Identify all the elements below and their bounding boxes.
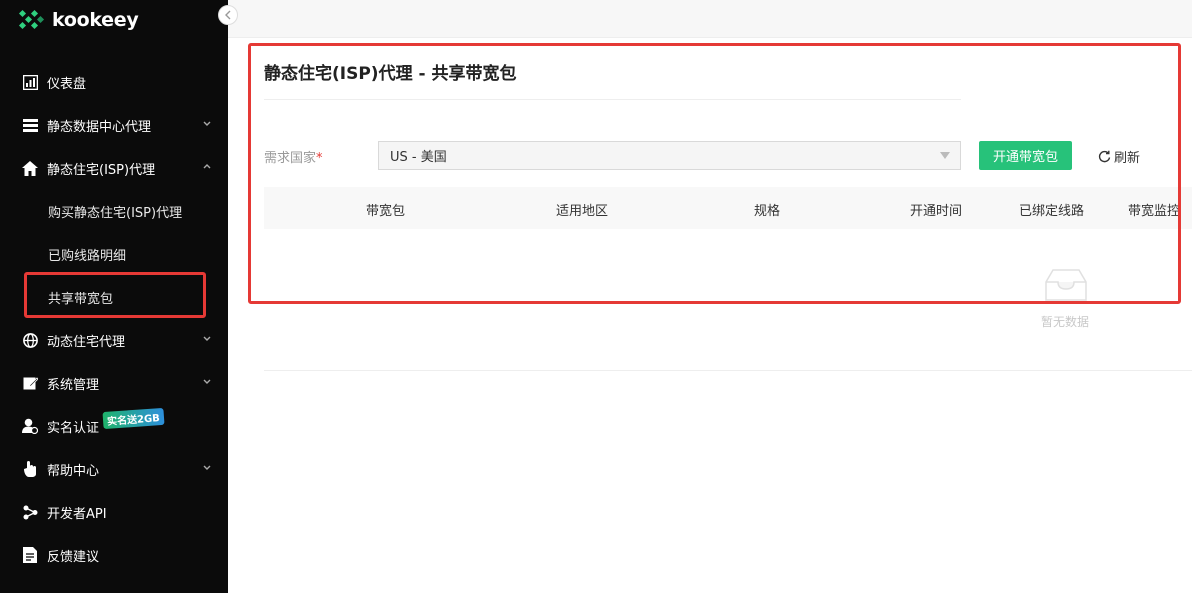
empty-state-text: 暂无数据 — [1041, 315, 1090, 329]
sidebar-item-developer-api[interactable]: 开发者API — [0, 492, 228, 532]
feedback-doc-icon — [22, 547, 38, 563]
brand-logo[interactable]: kookeey — [18, 8, 139, 32]
home-icon — [22, 160, 38, 176]
sidebar-item-static-datacenter[interactable]: 静态数据中心代理 — [0, 105, 228, 145]
sidebar-subitem-buy-isp[interactable]: 购买静态住宅(ISP)代理 — [0, 191, 228, 231]
chevron-down-icon — [203, 465, 211, 470]
chevron-down-icon — [203, 379, 211, 384]
sidebar-item-static-isp[interactable]: 静态住宅(ISP)代理 — [0, 148, 228, 188]
sidebar-item-label: 开发者API — [47, 506, 107, 522]
sidebar-collapse-button[interactable] — [218, 5, 238, 25]
sidebar-item-label: 静态住宅(ISP)代理 — [47, 162, 156, 178]
sidebar-subitem-label: 已购线路明细 — [48, 248, 127, 264]
chevron-down-icon — [203, 336, 211, 341]
sidebar-item-label: 反馈建议 — [47, 549, 100, 565]
top-bar — [228, 0, 1192, 38]
sidebar-item-label: 静态数据中心代理 — [47, 119, 152, 135]
sidebar-item-label: 实名认证 — [47, 420, 100, 436]
sidebar-item-label: 动态住宅代理 — [47, 334, 126, 350]
sidebar-item-help-center[interactable]: 帮助中心 — [0, 449, 228, 489]
hand-pointer-icon — [22, 461, 38, 477]
table-bottom-divider — [264, 370, 1192, 371]
chevron-down-icon — [203, 121, 211, 126]
sidebar-item-label: 系统管理 — [47, 377, 100, 393]
sidebar-item-feedback[interactable]: 反馈建议 — [0, 535, 228, 575]
brand-name: kookeey — [52, 9, 139, 31]
sidebar-item-label: 帮助中心 — [47, 463, 100, 479]
sidebar: kookeey 仪表盘 静态数据中心代理 静态住宅(ISP)代理 购买静态住宅(… — [0, 0, 228, 593]
globe-icon — [22, 332, 38, 348]
sidebar-subitem-label: 购买静态住宅(ISP)代理 — [48, 205, 183, 221]
dashboard-chart-icon — [22, 74, 38, 90]
edit-icon — [22, 375, 38, 391]
sidebar-item-dashboard[interactable]: 仪表盘 — [0, 62, 228, 102]
chevron-left-icon — [225, 10, 231, 20]
annotation-highlight-main — [248, 43, 1181, 304]
chevron-up-icon — [203, 164, 211, 169]
server-list-icon — [22, 117, 38, 133]
sidebar-subitem-purchased-lines[interactable]: 已购线路明细 — [0, 234, 228, 274]
user-verify-icon — [22, 418, 38, 434]
sidebar-item-dynamic-residential[interactable]: 动态住宅代理 — [0, 320, 228, 360]
sidebar-item-label: 仪表盘 — [47, 76, 87, 92]
sidebar-item-system-management[interactable]: 系统管理 — [0, 363, 228, 403]
kookeey-logo-icon — [18, 9, 45, 30]
share-nodes-icon — [22, 504, 38, 520]
annotation-highlight-sidebar — [24, 272, 206, 318]
